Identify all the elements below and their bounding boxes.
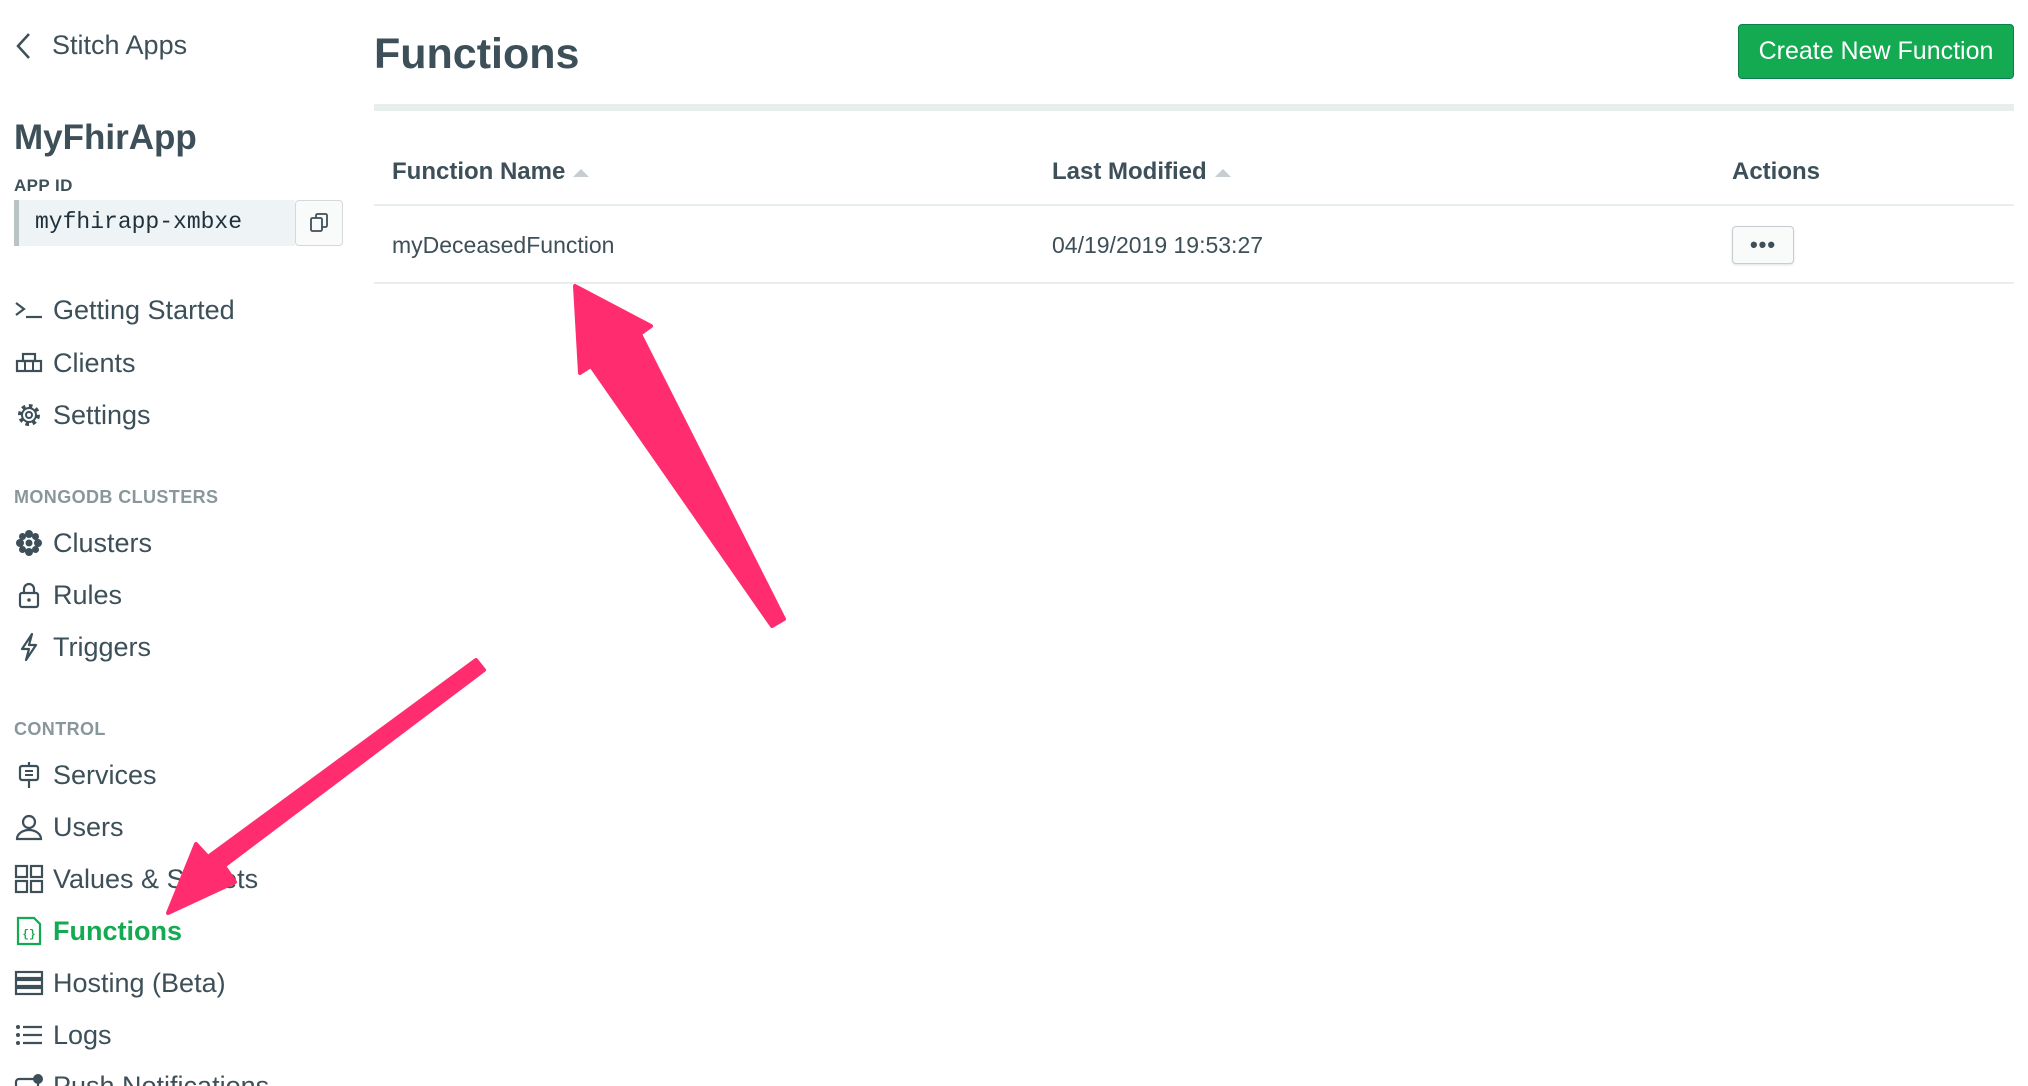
app-id-label: APP ID — [14, 176, 73, 195]
table-header: Function Name Last Modified Actions — [374, 148, 2014, 206]
clusters-icon — [14, 528, 44, 558]
app-id-value: myfhirapp-xmbxe — [35, 209, 243, 235]
nav-clients[interactable]: Clients — [14, 343, 136, 383]
function-name-cell[interactable]: myDeceasedFunction — [392, 232, 614, 259]
header-divider — [374, 104, 2014, 111]
nav-label: Settings — [53, 399, 151, 430]
nav-label: Hosting (Beta) — [53, 967, 226, 998]
lightning-icon — [14, 632, 44, 662]
main-content: Functions Create New Function Function N… — [374, 0, 2014, 1086]
create-new-function-button[interactable]: Create New Function — [1738, 24, 2014, 79]
nav-triggers[interactable]: Triggers — [14, 627, 151, 667]
nav-users[interactable]: Users — [14, 807, 124, 847]
push-icon — [14, 1071, 44, 1086]
nav-label: Functions — [53, 915, 182, 946]
nav-label: Services — [53, 759, 157, 790]
server-icon — [14, 968, 44, 998]
nav-label: Logs — [53, 1019, 112, 1050]
grid-icon — [14, 864, 44, 894]
nav-label: Clusters — [53, 527, 153, 558]
sidebar: Stitch Apps MyFhirApp APP ID myfhirapp-x… — [0, 0, 358, 1086]
column-header-function-name[interactable]: Function Name — [392, 158, 590, 186]
nav-hosting[interactable]: Hosting (Beta) — [14, 963, 226, 1003]
nav-label: Rules — [53, 579, 123, 610]
nav-push-notifications[interactable]: Push Notifications — [14, 1066, 269, 1086]
page-title: Functions — [374, 30, 580, 78]
nav-label: Triggers — [53, 631, 152, 662]
copy-icon — [310, 213, 328, 232]
column-header-label: Last Modified — [1052, 158, 1207, 185]
lock-icon — [14, 580, 44, 610]
list-icon — [14, 1020, 44, 1050]
nav-clusters[interactable]: Clusters — [14, 523, 152, 563]
copy-app-id-button[interactable] — [295, 200, 343, 246]
app-id-field[interactable]: myfhirapp-xmbxe — [14, 200, 295, 246]
clients-icon — [14, 348, 44, 378]
column-header-actions: Actions — [1732, 158, 1820, 186]
chevron-left-icon — [16, 32, 30, 59]
function-file-icon: {} — [14, 916, 44, 946]
row-actions-button[interactable]: ••• — [1732, 226, 1794, 264]
user-icon — [14, 812, 44, 842]
nav-logs[interactable]: Logs — [14, 1015, 112, 1055]
nav-settings[interactable]: Settings — [14, 395, 151, 435]
column-header-label: Actions — [1732, 158, 1821, 185]
section-label-control: CONTROL — [14, 719, 106, 739]
plug-icon — [14, 760, 44, 790]
section-label-mongodb-clusters: MONGODB CLUSTERS — [14, 487, 219, 507]
nav-label: Clients — [53, 347, 136, 378]
sort-asc-icon — [1214, 169, 1231, 177]
svg-text:{}: {} — [22, 929, 35, 941]
nav-label: Push Notifications — [53, 1070, 270, 1086]
sort-asc-icon — [573, 169, 590, 177]
nav-label: Getting Started — [53, 294, 235, 325]
column-header-label: Function Name — [392, 158, 566, 185]
nav-services[interactable]: Services — [14, 755, 157, 795]
nav-label: Users — [53, 811, 124, 842]
gear-icon — [14, 400, 44, 430]
app-name: MyFhirApp — [14, 118, 197, 157]
table-row[interactable]: myDeceasedFunction 04/19/2019 19:53:27 •… — [374, 206, 2014, 284]
nav-rules[interactable]: Rules — [14, 575, 122, 615]
nav-values-secrets[interactable]: Values & Secrets — [14, 859, 258, 899]
terminal-icon — [14, 295, 44, 325]
nav-label: Values & Secrets — [53, 863, 259, 894]
nav-functions[interactable]: {} Functions — [14, 911, 182, 951]
column-header-last-modified[interactable]: Last Modified — [1052, 158, 1231, 186]
last-modified-cell: 04/19/2019 19:53:27 — [1052, 232, 1264, 258]
nav-getting-started[interactable]: Getting Started — [14, 290, 235, 330]
back-to-stitch-apps-link[interactable]: Stitch Apps — [14, 30, 187, 61]
back-link-label: Stitch Apps — [52, 30, 188, 60]
more-dots-icon: ••• — [1749, 232, 1777, 257]
